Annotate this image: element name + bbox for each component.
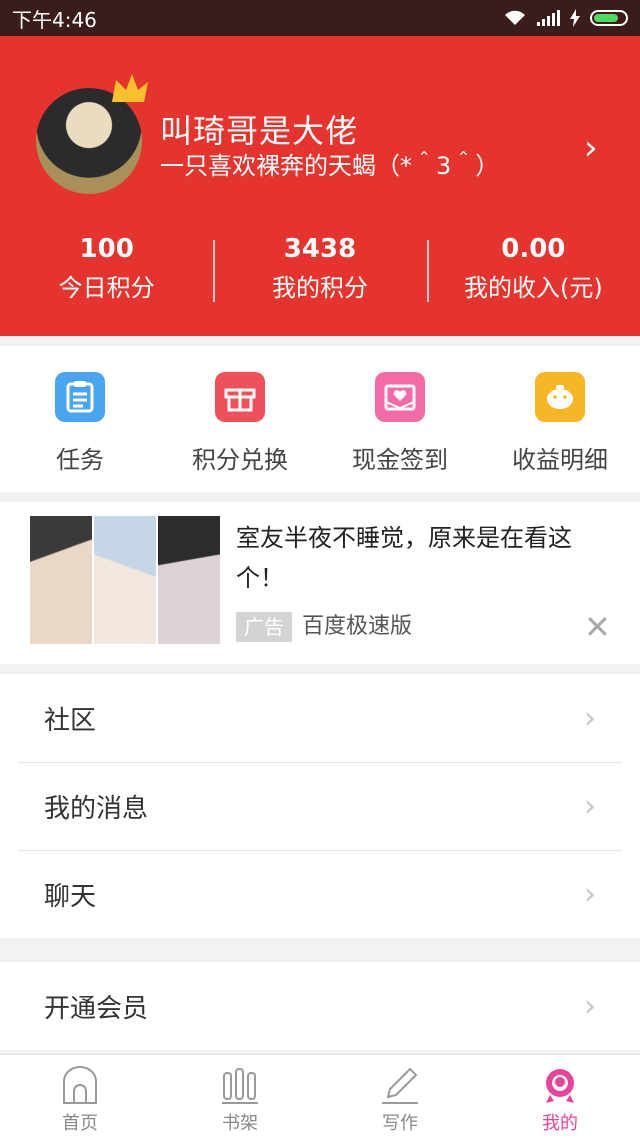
stat-label: 我的收入(元) bbox=[463, 274, 603, 302]
menu-item-membership[interactable]: 开通会员 › bbox=[0, 962, 640, 1050]
chevron-right-icon: › bbox=[584, 876, 596, 912]
quick-actions: 任务 积分兑换 现金签到 收益明细 bbox=[0, 346, 640, 492]
stat-value: 100 bbox=[79, 234, 134, 264]
ad-title[interactable]: 室友半夜不睡觉，原来是在看这个！ bbox=[236, 518, 606, 598]
menu-item-label: 我的消息 bbox=[44, 793, 149, 824]
tab-label: 我的 bbox=[542, 1113, 578, 1134]
stat-value: 0.00 bbox=[501, 234, 566, 264]
charging-icon bbox=[570, 9, 580, 27]
quick-action-tasks[interactable]: 任务 bbox=[0, 346, 160, 492]
stat-my-points[interactable]: 3438 我的积分 bbox=[213, 232, 426, 312]
quick-action-label: 收益明细 bbox=[512, 446, 608, 474]
piggy-bank-icon bbox=[535, 372, 585, 422]
status-bar: 下午4:46 bbox=[0, 0, 640, 36]
battery-icon bbox=[590, 10, 628, 26]
stat-label: 我的积分 bbox=[271, 274, 368, 302]
user-bio: 一只喜欢裸奔的天蝎（*＾3＾） bbox=[160, 152, 500, 180]
ad-image[interactable] bbox=[30, 516, 220, 644]
envelope-heart-icon bbox=[375, 372, 425, 422]
tab-label: 首页 bbox=[62, 1113, 98, 1134]
quick-action-label: 积分兑换 bbox=[192, 446, 288, 474]
signal-icon bbox=[537, 10, 560, 26]
tab-bookshelf[interactable]: 书架 bbox=[160, 1055, 320, 1138]
profile-icon bbox=[546, 1069, 574, 1103]
quick-action-cash-checkin[interactable]: 现金签到 bbox=[320, 346, 480, 492]
quick-action-label: 现金签到 bbox=[352, 446, 448, 474]
tab-home[interactable]: 首页 bbox=[0, 1055, 160, 1138]
stats-row: 100 今日积分 3438 我的积分 0.00 我的收入(元) bbox=[0, 232, 640, 312]
quick-action-earnings[interactable]: 收益明细 bbox=[480, 346, 640, 492]
chevron-right-icon: › bbox=[584, 988, 596, 1024]
bookshelf-icon bbox=[222, 1068, 258, 1104]
wifi-icon bbox=[505, 10, 525, 25]
chevron-right-icon: › bbox=[584, 788, 596, 824]
ad-badge: 广告 bbox=[236, 612, 292, 642]
close-icon[interactable]: ✕ bbox=[584, 610, 611, 644]
menu-item-label: 社区 bbox=[44, 705, 97, 736]
quick-action-redeem[interactable]: 积分兑换 bbox=[160, 346, 320, 492]
pencil-icon bbox=[382, 1067, 418, 1104]
ad-source: 百度极速版 bbox=[302, 614, 413, 639]
menu-group: 开通会员 › bbox=[0, 962, 640, 1050]
menu-group: 社区 › 我的消息 › 聊天 › bbox=[0, 674, 640, 938]
ad-card[interactable]: 室友半夜不睡觉，原来是在看这个！ 广告 百度极速版 ✕ bbox=[0, 502, 640, 664]
tab-mine[interactable]: 我的 bbox=[480, 1055, 640, 1138]
quick-action-label: 任务 bbox=[56, 446, 104, 474]
status-time: 下午4:46 bbox=[12, 7, 97, 32]
chevron-right-icon: › bbox=[584, 700, 596, 736]
home-icon bbox=[63, 1066, 97, 1104]
menu-item-label: 聊天 bbox=[44, 881, 97, 912]
menu-item-community[interactable]: 社区 › bbox=[0, 674, 640, 762]
crown-icon bbox=[112, 74, 148, 102]
tab-label: 写作 bbox=[382, 1113, 418, 1134]
menu-item-chat[interactable]: 聊天 › bbox=[0, 850, 640, 938]
chevron-right-icon[interactable]: › bbox=[584, 128, 598, 168]
stat-label: 今日积分 bbox=[58, 274, 155, 302]
menu-item-label: 开通会员 bbox=[44, 993, 149, 1024]
stat-my-income[interactable]: 0.00 我的收入(元) bbox=[426, 232, 640, 312]
gift-icon bbox=[215, 372, 265, 422]
profile-header: 叫琦哥是大佬 一只喜欢裸奔的天蝎（*＾3＾） › 100 今日积分 3438 我… bbox=[0, 36, 640, 336]
stat-today-points[interactable]: 100 今日积分 bbox=[0, 232, 213, 312]
menu-item-messages[interactable]: 我的消息 › bbox=[0, 762, 640, 850]
stat-value: 3438 bbox=[283, 234, 357, 264]
tab-label: 书架 bbox=[222, 1113, 258, 1134]
bottom-tab-bar: 首页 书架 写作 我的 bbox=[0, 1054, 640, 1138]
tab-write[interactable]: 写作 bbox=[320, 1055, 480, 1138]
task-list-icon bbox=[55, 372, 105, 422]
